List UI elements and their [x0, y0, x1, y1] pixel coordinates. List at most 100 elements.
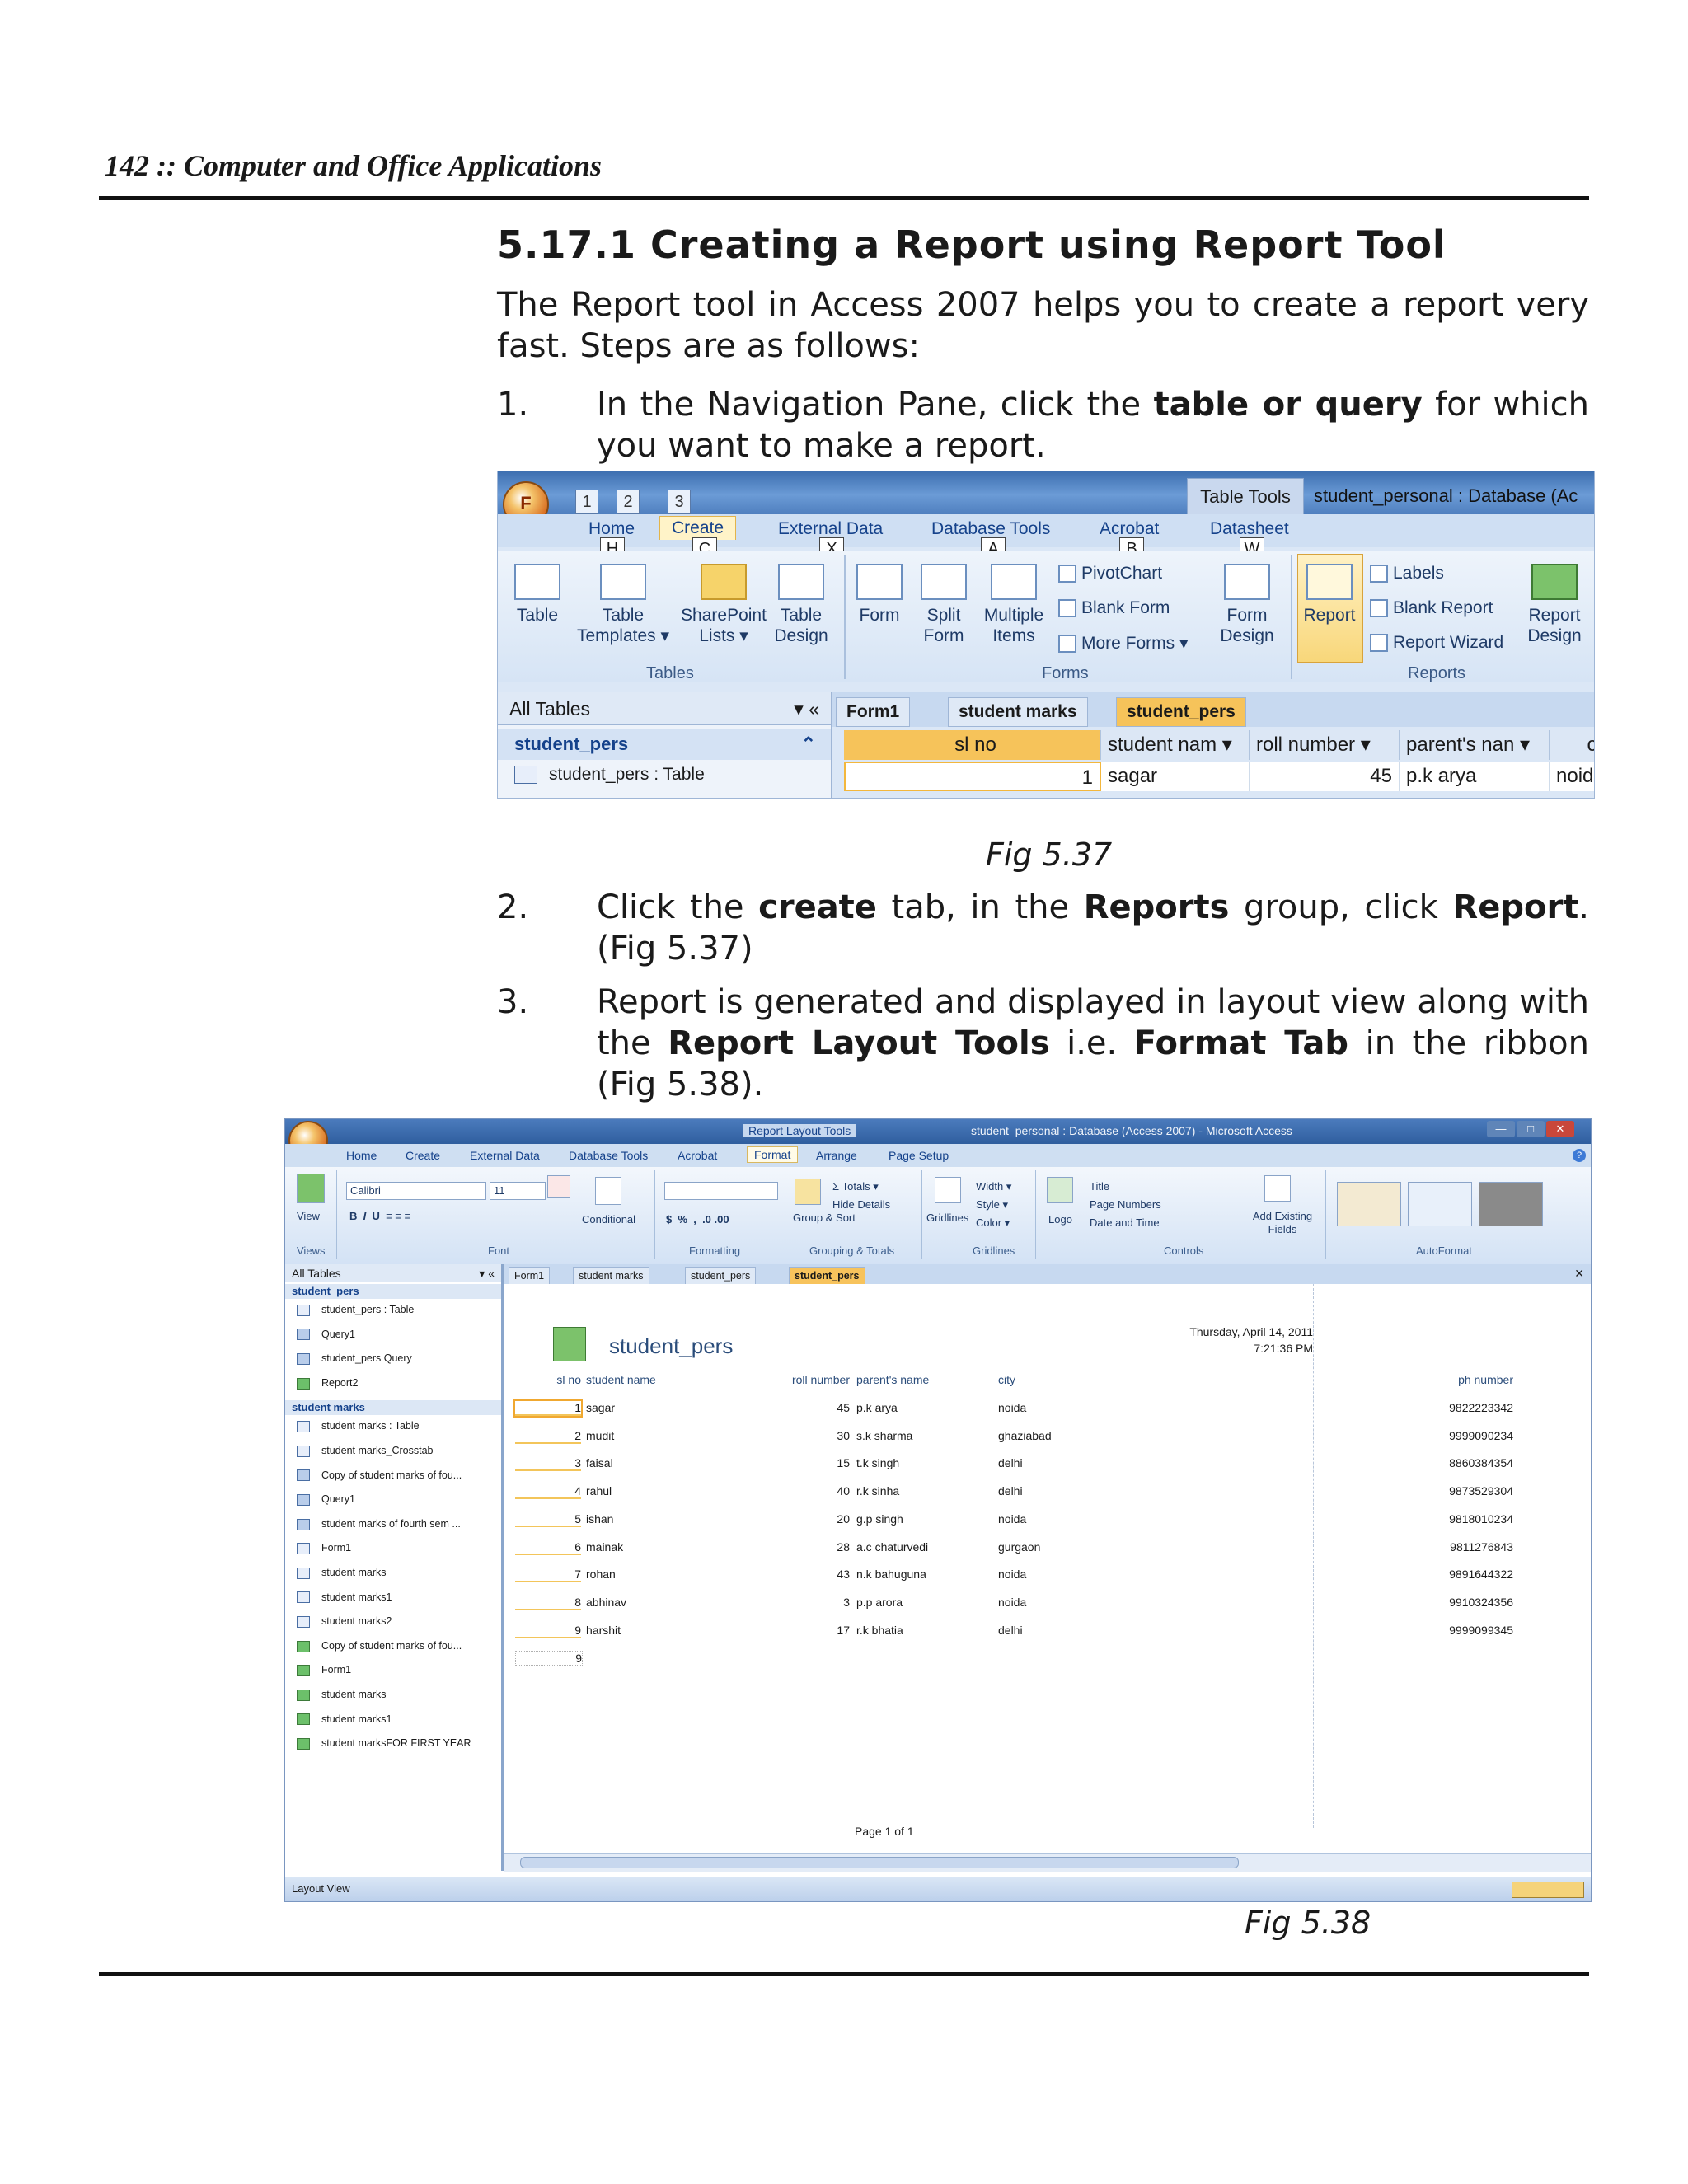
report-cell[interactable]: 43 [718, 1568, 850, 1581]
nav-item[interactable]: student marks2 [297, 1613, 392, 1629]
table-button[interactable]: Table [504, 564, 570, 626]
hide-details-button[interactable]: Hide Details [832, 1198, 890, 1212]
grid-cell[interactable]: 45 [1250, 762, 1400, 791]
report-cell[interactable]: p.p arora [856, 1596, 988, 1609]
nav-item[interactable]: student marks1 [297, 1711, 392, 1727]
table-templates-button[interactable]: Table Templates ▾ [574, 564, 673, 646]
doc-tab-form1[interactable]: Form1 [509, 1267, 551, 1285]
table-design-button[interactable]: Table Design [770, 564, 832, 646]
nav-header[interactable]: All Tables ▾ « [498, 692, 831, 725]
report-cell[interactable]: noida [998, 1596, 1130, 1609]
report-cell[interactable]: 40 [718, 1484, 850, 1497]
report-cell[interactable]: noida [998, 1568, 1130, 1581]
report-cell[interactable]: delhi [998, 1624, 1130, 1637]
report-layout-tools-context-tab[interactable]: Report Layout Tools [743, 1124, 856, 1137]
report-cell[interactable]: r.k sinha [856, 1484, 988, 1497]
report-cell[interactable]: 9811276843 [1394, 1540, 1513, 1554]
report-cell[interactable]: delhi [998, 1484, 1130, 1497]
report-cell[interactable]: 30 [718, 1429, 850, 1442]
report-cell[interactable]: 4 [515, 1484, 581, 1500]
report-cell[interactable]: harshit [586, 1624, 718, 1637]
report-column-header[interactable]: roll number [718, 1373, 850, 1386]
report-cell[interactable]: 3 [515, 1456, 581, 1472]
nav-item[interactable]: Query1 [297, 1326, 355, 1343]
nav-item-student-pers-table[interactable]: student_pers : Table [514, 765, 705, 785]
title-button[interactable]: Title [1090, 1180, 1109, 1193]
doc-tab-student-pers-report[interactable]: student_pers [789, 1267, 865, 1285]
minimize-button[interactable]: — [1487, 1121, 1515, 1137]
report-cell[interactable]: 7 [515, 1568, 581, 1583]
page-numbers-button[interactable]: Page Numbers [1090, 1198, 1161, 1212]
report-column-header[interactable]: city [998, 1373, 1130, 1386]
report-design-button[interactable]: Report Design [1520, 564, 1589, 646]
group-sort-button[interactable]: Group & Sort [793, 1212, 856, 1225]
report-cell[interactable]: 9910324356 [1394, 1596, 1513, 1609]
grid-cell[interactable]: p.k arya [1400, 762, 1550, 791]
conditional-button[interactable]: Conditional [582, 1213, 635, 1226]
report-column-header[interactable]: sl no [515, 1373, 581, 1386]
pivotchart-button[interactable]: PivotChart [1058, 564, 1162, 583]
multiple-items-button[interactable]: Multiple Items [979, 564, 1048, 646]
report-time[interactable]: 7:21:36 PM [1114, 1342, 1313, 1355]
sharepoint-lists-button[interactable]: SharePoint Lists ▾ [676, 564, 771, 646]
report-cell[interactable]: 28 [718, 1540, 850, 1554]
nav-item[interactable]: student_pers : Table [297, 1301, 414, 1318]
nav-item[interactable]: Query1 [297, 1491, 355, 1507]
tab-external-data[interactable]: External Data [778, 519, 883, 539]
tab-format[interactable]: Format [747, 1146, 799, 1163]
report-cell[interactable]: 1 [513, 1399, 583, 1418]
column-header-student-name[interactable]: student nam ▾ [1101, 730, 1250, 760]
date-time-button[interactable]: Date and Time [1090, 1216, 1160, 1230]
tab-home[interactable]: Home [588, 519, 635, 539]
nav-item[interactable]: student marks [297, 1686, 387, 1703]
report-cell[interactable]: 20 [718, 1512, 850, 1526]
tab-arrange[interactable]: Arrange [816, 1149, 857, 1162]
form-design-button[interactable]: Form Design [1210, 564, 1284, 646]
more-forms-button[interactable]: More Forms ▾ [1058, 633, 1189, 654]
nav-item[interactable]: Form1 [297, 1540, 351, 1556]
grid-cell[interactable]: noida [1550, 762, 1594, 791]
report-cell[interactable]: a.c chaturvedi [856, 1540, 988, 1554]
report-cell[interactable]: ghaziabad [998, 1429, 1130, 1442]
nav-item[interactable]: Report2 [297, 1375, 358, 1391]
report-title[interactable]: student_pers [609, 1333, 733, 1359]
chevron-down-icon[interactable]: ▾ « [794, 692, 819, 725]
column-header-sl-no[interactable]: sl no [844, 730, 1101, 760]
report-cell[interactable]: 3 [718, 1596, 850, 1609]
format-select[interactable] [664, 1182, 778, 1200]
close-button[interactable]: ✕ [1546, 1121, 1574, 1137]
totals-button[interactable]: Σ Totals ▾ [832, 1180, 879, 1193]
nav-item[interactable]: student marks1 [297, 1589, 392, 1605]
column-header-city[interactable]: city [1550, 730, 1594, 760]
form-button[interactable]: Form [851, 564, 908, 626]
report-button[interactable]: Report [1297, 564, 1362, 626]
gridlines-button[interactable]: Gridlines [926, 1212, 968, 1225]
report-cell[interactable]: rohan [586, 1568, 718, 1581]
nav-item[interactable]: Copy of student marks of fou... [297, 1638, 462, 1654]
nav-group-student-pers[interactable]: student_pers ⌃ [498, 729, 831, 760]
doc-tab-student-pers[interactable]: student_pers [685, 1267, 757, 1285]
report-cell[interactable]: delhi [998, 1456, 1130, 1469]
grid-cell[interactable]: 1 [844, 762, 1101, 791]
report-cell[interactable]: n.k bahuguna [856, 1568, 988, 1581]
table-tools-context-tab[interactable]: Table Tools [1187, 478, 1304, 516]
report-cell[interactable]: 5 [515, 1512, 581, 1527]
report-cell[interactable]: r.k bhatia [856, 1624, 988, 1637]
report-cell[interactable]: 17 [718, 1624, 850, 1637]
close-icon[interactable]: ✕ [1574, 1267, 1584, 1281]
report-cell[interactable]: g.p singh [856, 1512, 988, 1526]
labels-button[interactable]: Labels [1370, 564, 1444, 583]
doc-tab-student-marks[interactable]: student marks [948, 697, 1088, 727]
doc-tab-student-pers[interactable]: student_pers [1116, 697, 1246, 727]
scrollbar-thumb[interactable] [520, 1857, 1239, 1868]
report-cell[interactable]: sagar [586, 1401, 718, 1414]
report-cell[interactable]: 8 [515, 1596, 581, 1610]
report-cell[interactable]: noida [998, 1512, 1130, 1526]
width-button[interactable]: Width ▾ [976, 1180, 1011, 1193]
help-icon[interactable]: ? [1573, 1149, 1586, 1162]
autoformat-style-2[interactable] [1408, 1182, 1472, 1226]
font-color-icon[interactable] [547, 1175, 570, 1198]
report-cell[interactable]: mainak [586, 1540, 718, 1554]
report-date[interactable]: Thursday, April 14, 2011 [1114, 1325, 1313, 1338]
report-cell[interactable]: 9818010234 [1394, 1512, 1513, 1526]
